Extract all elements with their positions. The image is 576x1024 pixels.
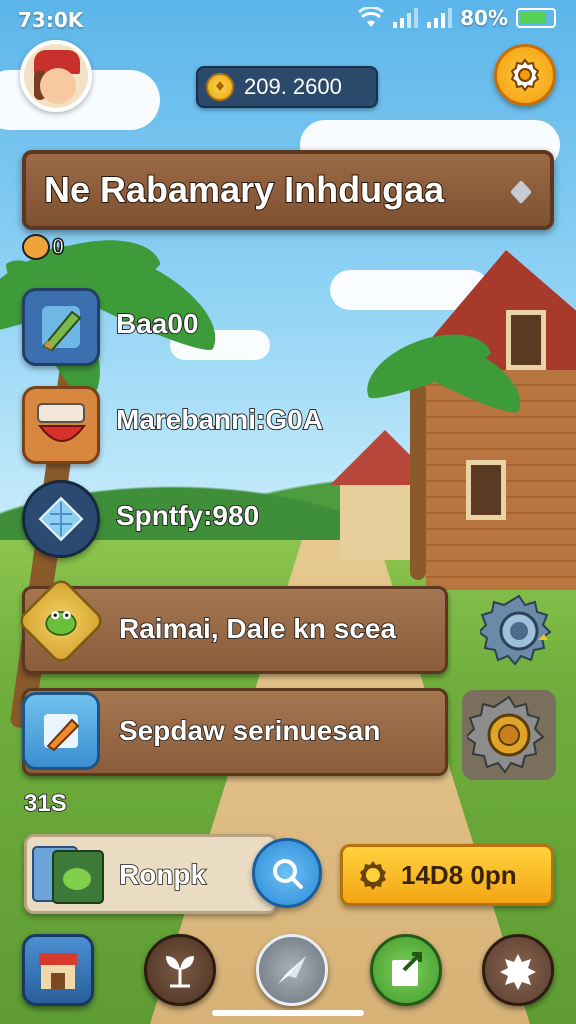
player-avatar[interactable] [20,40,92,112]
signal-icon [393,8,419,28]
nav-shop-button[interactable] [22,934,94,1006]
avatar-face [40,68,76,104]
shop-icon [39,953,77,989]
currency-value: 209. 2600 [244,74,342,99]
crystal-icon[interactable] [22,480,100,558]
settings-button[interactable] [494,44,556,106]
compass-icon [278,956,306,984]
gem-icon [510,180,532,204]
quest-gear-button[interactable] [478,590,560,672]
stat-label: Baa00 [115,307,199,340]
status-time: 73:0K [18,8,84,32]
export-icon [392,952,422,986]
battery-icon [516,8,556,28]
pencil-icon [22,692,100,770]
stat-label: Spntfy:980 [115,499,260,532]
title-banner: Ne Rabamary Inhdugaa [22,150,554,230]
gear-coin-icon [360,861,386,890]
crayon-icon[interactable] [22,288,100,366]
bottom-nav [0,922,576,1024]
reward-button[interactable]: 14D8 0pn [340,844,554,906]
sprout-icon [166,956,194,988]
level-value: 0 [51,233,65,260]
search-icon [273,859,303,889]
search-button[interactable] [252,838,322,908]
stat-label: Marebanni:G0A [115,403,324,436]
splat-icon [500,954,536,990]
status-bar: 73:0K 80% [0,0,576,36]
wifi-icon [358,7,385,27]
shop-label: Ronpk [118,858,207,891]
nav-export-button[interactable] [370,934,442,1006]
nav-sprout-button[interactable] [144,934,216,1006]
quest-label: Raimai, Dale kn scea [118,612,397,645]
red-item-icon[interactable] [22,386,100,464]
section-count: 31S [23,789,67,818]
signal-icon [427,8,453,28]
quest-gear-button[interactable] [462,690,556,780]
home-indicator[interactable] [212,1010,364,1016]
shop-card[interactable]: Ronpk [24,834,278,914]
nav-splat-button[interactable] [482,934,554,1006]
battery-percent: 80% [460,6,508,30]
gear-icon [510,58,540,92]
quest-label: Sepdaw serinuesan [118,714,381,747]
level-indicator: 0 [22,233,65,260]
coin-icon [206,73,234,101]
nav-compass-button[interactable] [256,934,328,1006]
cards-icon [32,846,104,904]
currency-counter[interactable]: 209. 2600 [196,66,378,108]
page-title: Ne Rabamary Inhdugaa [43,168,445,211]
reward-label: 14D8 0pn [401,859,517,890]
level-icon [22,234,50,260]
gear-icon [480,594,552,666]
gear-icon [467,695,545,774]
